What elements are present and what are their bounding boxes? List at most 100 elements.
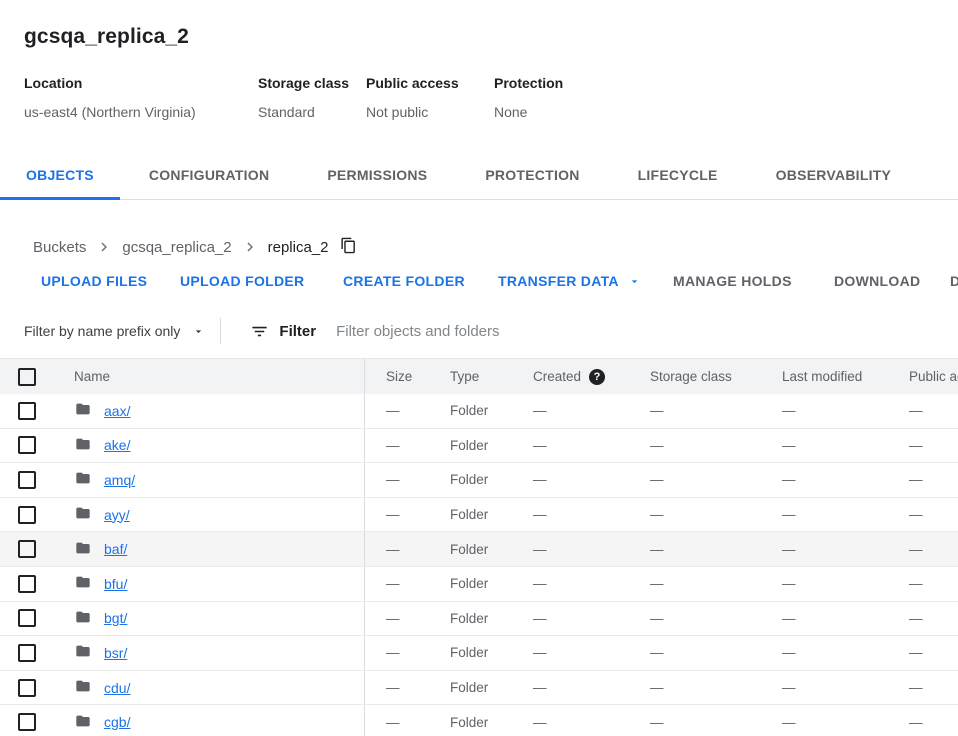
storage-class-cell: — [650, 542, 782, 557]
row-checkbox[interactable] [18, 436, 36, 454]
filter-input[interactable] [336, 316, 958, 346]
button-label: CREATE FOLDER [343, 273, 465, 289]
chevron-down-icon [192, 325, 205, 338]
button-label: DOWNLOAD [834, 273, 920, 289]
row-checkbox[interactable] [18, 713, 36, 731]
size-cell: — [364, 567, 429, 601]
column-header-type[interactable]: Type [429, 369, 533, 384]
tab-protection[interactable]: PROTECTION [456, 151, 608, 199]
column-header-storage-class[interactable]: Storage class [650, 369, 782, 384]
row-checkbox[interactable] [18, 402, 36, 420]
created-cell: — [533, 645, 650, 660]
meta-value: us-east4 (Northern Virginia) [24, 104, 258, 120]
table-row: baf/—Folder———— [0, 532, 958, 567]
help-icon[interactable]: ? [589, 369, 605, 385]
button-label: MANAGE HOLDS [673, 273, 792, 289]
row-checkbox[interactable] [18, 506, 36, 524]
button-label: DELETE [950, 273, 958, 289]
create-folder-button[interactable]: CREATE FOLDER [326, 265, 482, 297]
filter-list-icon [250, 322, 269, 341]
objects-table: Name Size Type Created ? Storage class L… [0, 358, 958, 736]
breadcrumb-item-Buckets[interactable]: Buckets [33, 239, 86, 256]
folder-icon [74, 609, 92, 628]
folder-icon [74, 436, 92, 455]
row-checkbox[interactable] [18, 471, 36, 489]
name-cell: ayy/ [74, 498, 364, 532]
column-header-last-modified[interactable]: Last modified [782, 369, 909, 384]
row-checkbox-cell [0, 394, 74, 428]
copy-path-button[interactable] [340, 237, 357, 257]
object-link[interactable]: amq/ [104, 472, 135, 488]
row-checkbox[interactable] [18, 644, 36, 662]
row-checkbox[interactable] [18, 609, 36, 627]
download-button[interactable]: DOWNLOAD [817, 265, 937, 297]
type-cell: Folder [429, 576, 533, 591]
tab-lifecycle[interactable]: LIFECYCLE [609, 151, 747, 199]
last-modified-cell: — [782, 507, 909, 522]
content-copy-icon [340, 237, 357, 257]
row-checkbox[interactable] [18, 540, 36, 558]
name-cell: bfu/ [74, 567, 364, 601]
column-header-size[interactable]: Size [364, 359, 429, 394]
row-checkbox[interactable] [18, 679, 36, 697]
upload-files-button[interactable]: UPLOAD FILES [24, 265, 164, 297]
column-header-name[interactable]: Name [74, 359, 364, 394]
folder-icon [74, 643, 92, 662]
size-cell: — [364, 394, 429, 428]
table-row: ake/—Folder———— [0, 429, 958, 464]
public-access-cell: — [909, 507, 958, 522]
storage-class-cell: — [650, 507, 782, 522]
object-link[interactable]: cgb/ [104, 714, 130, 730]
type-cell: Folder [429, 645, 533, 660]
created-cell: — [533, 715, 650, 730]
row-checkbox[interactable] [18, 575, 36, 593]
folder-icon [74, 401, 92, 420]
size-cell: — [364, 636, 429, 670]
object-link[interactable]: bgt/ [104, 610, 127, 626]
object-link[interactable]: baf/ [104, 541, 127, 557]
object-link[interactable]: ayy/ [104, 507, 130, 523]
meta-value: Standard [258, 104, 366, 120]
folder-icon [74, 678, 92, 697]
size-cell: — [364, 705, 429, 736]
upload-folder-button[interactable]: UPLOAD FOLDER [163, 265, 321, 297]
object-link[interactable]: bfu/ [104, 576, 127, 592]
object-toolbar: UPLOAD FILESUPLOAD FOLDER CREATE FOLDER TR… [0, 258, 958, 304]
tab-objects[interactable]: OBJECTS [0, 151, 120, 199]
filter-mode-dropdown[interactable]: Filter by name prefix only [24, 323, 205, 339]
meta-location: Location us-east4 (Northern Virginia) [24, 75, 258, 120]
folder-icon [74, 713, 92, 732]
meta-label: Public access [366, 75, 494, 91]
select-all-checkbox[interactable] [18, 368, 36, 386]
created-cell: — [533, 472, 650, 487]
filter-mode-label: Filter by name prefix only [24, 323, 180, 339]
storage-class-cell: — [650, 472, 782, 487]
last-modified-cell: — [782, 472, 909, 487]
public-access-cell: — [909, 715, 958, 730]
tab-observability[interactable]: OBSERVABILITY [747, 151, 921, 199]
filter-bar: Filter by name prefix only Filter [0, 304, 958, 358]
tab-permissions[interactable]: PERMISSIONS [298, 151, 456, 199]
storage-class-cell: — [650, 576, 782, 591]
breadcrumb: Bucketsgcsqa_replica_2replica_2 [0, 200, 958, 258]
created-cell: — [533, 403, 650, 418]
name-cell: ake/ [74, 429, 364, 463]
transfer-data-button[interactable]: TRANSFER DATA [481, 265, 658, 297]
tab-configuration[interactable]: CONFIGURATION [120, 151, 298, 199]
object-link[interactable]: cdu/ [104, 680, 130, 696]
object-link[interactable]: aax/ [104, 403, 130, 419]
storage-class-cell: — [650, 403, 782, 418]
meta-protection: Protection None [494, 75, 563, 120]
header-checkbox-cell [0, 359, 74, 394]
column-header-public-access[interactable]: Public access [909, 369, 958, 384]
object-link[interactable]: bsr/ [104, 645, 127, 661]
last-modified-cell: — [782, 403, 909, 418]
delete-button[interactable]: DELETE [933, 265, 958, 297]
manage-holds-button[interactable]: MANAGE HOLDS [656, 265, 809, 297]
breadcrumb-item-gcsqa_replica_2[interactable]: gcsqa_replica_2 [122, 239, 231, 256]
object-link[interactable]: ake/ [104, 437, 130, 453]
table-row: cdu/—Folder———— [0, 671, 958, 706]
column-header-created-label: Created [533, 369, 581, 384]
column-header-created[interactable]: Created ? [533, 369, 650, 385]
table-row: bfu/—Folder———— [0, 567, 958, 602]
